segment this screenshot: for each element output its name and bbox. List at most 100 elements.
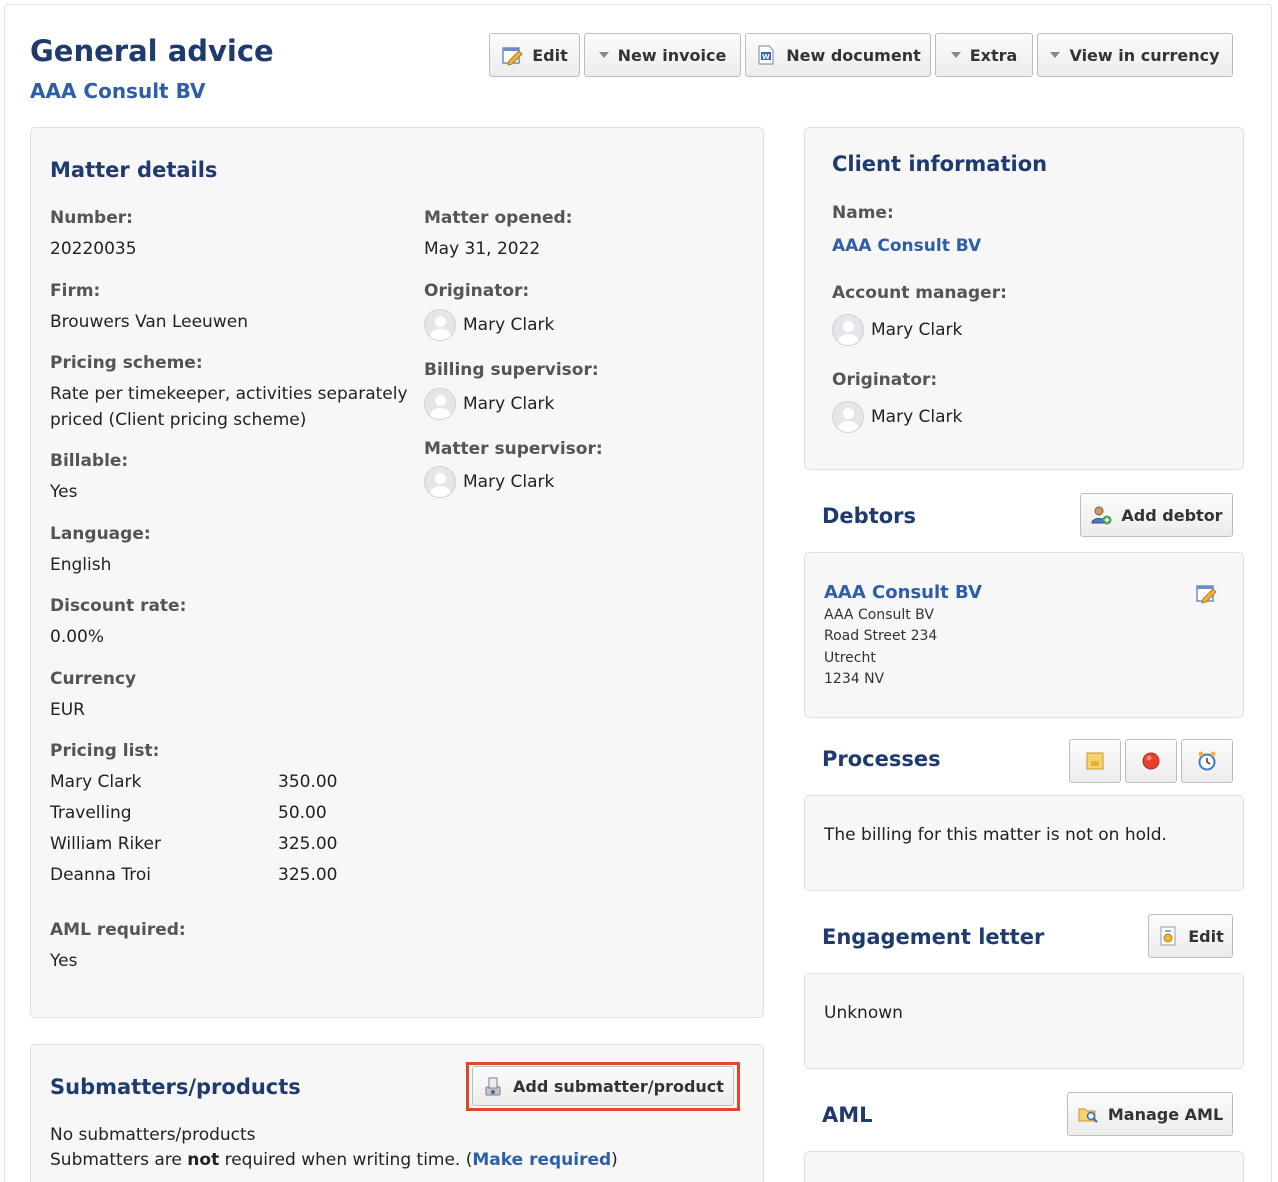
firm-label: Firm: xyxy=(50,281,101,301)
debtor-address-line: AAA Consult BV xyxy=(824,607,934,623)
pricing-list-label: Pricing list: xyxy=(50,741,160,761)
debtors-title: Debtors xyxy=(822,504,917,528)
client-originator-name: Mary Clark xyxy=(871,407,963,427)
engagement-edit-label: Edit xyxy=(1188,926,1224,946)
matter-details-title: Matter details xyxy=(50,158,218,182)
new-invoice-label: New invoice xyxy=(617,45,727,65)
chevron-down-icon xyxy=(950,52,961,58)
client-link[interactable]: AAA Consult BV xyxy=(30,79,206,103)
discount-rate-value: 0.00% xyxy=(50,627,105,647)
pricing-list-rate: 350.00 xyxy=(278,772,338,792)
submatters-empty-text: No submatters/products xyxy=(50,1125,256,1145)
new-invoice-button[interactable]: New invoice xyxy=(584,33,741,77)
matter-opened-label: Matter opened: xyxy=(424,208,573,228)
add-user-icon xyxy=(1091,506,1112,525)
svg-text:W: W xyxy=(762,53,770,61)
word-document-icon: W xyxy=(758,45,774,65)
currency-label: Currency xyxy=(50,669,137,689)
engagement-edit-button[interactable]: Edit xyxy=(1148,914,1233,958)
billing-supervisor-name: Mary Clark xyxy=(463,394,555,414)
pricing-list-name: Mary Clark xyxy=(50,772,142,792)
new-document-label: New document xyxy=(786,45,921,65)
debtor-address-line: Utrecht xyxy=(824,650,876,666)
add-debtor-label: Add debtor xyxy=(1121,505,1223,525)
originator-label: Originator: xyxy=(424,281,530,301)
account-manager-label: Account manager: xyxy=(832,283,1007,303)
client-originator-label: Originator: xyxy=(832,370,938,390)
engagement-status: Unknown xyxy=(824,1003,903,1023)
hold-button[interactable] xyxy=(1125,739,1177,783)
note-suffix: required when writing time. ( xyxy=(219,1150,473,1170)
debtor-address-line: 1234 NV xyxy=(824,671,885,687)
processes-title: Processes xyxy=(822,747,941,771)
billable-value: Yes xyxy=(50,482,78,502)
pricing-scheme-line1: Rate per timekeeper, activities separate… xyxy=(50,384,408,404)
pricing-list-name: Deanna Troi xyxy=(50,865,151,885)
make-required-link[interactable]: Make required xyxy=(472,1150,611,1170)
number-value: 20220035 xyxy=(50,239,137,259)
alarm-clock-icon xyxy=(1198,751,1216,771)
edit-button[interactable]: Edit xyxy=(489,33,580,77)
avatar xyxy=(424,309,456,341)
billable-label: Billable: xyxy=(50,451,129,471)
pricing-list-rate: 325.00 xyxy=(278,865,338,885)
account-manager-person: Mary Clark xyxy=(832,314,962,346)
matter-supervisor-label: Matter supervisor: xyxy=(424,439,603,459)
pricing-scheme-label: Pricing scheme: xyxy=(50,353,203,373)
pricing-list-name: William Riker xyxy=(50,834,161,854)
matter-opened-value: May 31, 2022 xyxy=(424,239,541,259)
edit-icon xyxy=(502,47,523,66)
avatar xyxy=(424,388,456,420)
pricing-list-name: Travelling xyxy=(50,803,132,823)
billing-supervisor-person: Mary Clark xyxy=(424,388,554,420)
submatters-note: Submatters are not required when writing… xyxy=(50,1147,618,1173)
note-bold: not xyxy=(187,1150,220,1170)
aml-card xyxy=(804,1151,1244,1182)
avatar xyxy=(832,314,864,346)
avatar xyxy=(424,466,456,498)
add-debtor-button[interactable]: Add debtor xyxy=(1080,493,1233,537)
client-name-link[interactable]: AAA Consult BV xyxy=(832,233,981,259)
number-label: Number: xyxy=(50,208,133,228)
note-icon xyxy=(1086,752,1104,770)
view-in-currency-button[interactable]: View in currency xyxy=(1037,33,1233,77)
new-document-button[interactable]: W New document xyxy=(745,33,931,77)
extra-label: Extra xyxy=(969,45,1018,65)
certificate-icon xyxy=(1160,926,1176,946)
matter-supervisor-person: Mary Clark xyxy=(424,466,554,498)
debtor-address-line: Road Street 234 xyxy=(824,628,938,644)
manage-aml-button[interactable]: Manage AML xyxy=(1067,1092,1233,1136)
manage-aml-label: Manage AML xyxy=(1107,1104,1224,1124)
aml-required-label: AML required: xyxy=(50,920,186,940)
view-in-currency-label: View in currency xyxy=(1069,45,1220,65)
discount-rate-label: Discount rate: xyxy=(50,596,187,616)
extra-button[interactable]: Extra xyxy=(935,33,1033,77)
originator-name: Mary Clark xyxy=(463,315,555,335)
language-label: Language: xyxy=(50,524,151,544)
matter-supervisor-name: Mary Clark xyxy=(463,472,555,492)
chevron-down-icon xyxy=(598,52,609,58)
note-button[interactable] xyxy=(1069,739,1121,783)
highlight-box xyxy=(466,1062,740,1111)
avatar xyxy=(832,401,864,433)
chevron-down-icon xyxy=(1050,52,1061,58)
page-title: General advice xyxy=(30,34,274,68)
submatters-title: Submatters/products xyxy=(50,1075,301,1099)
debtor-name-link[interactable]: AAA Consult BV xyxy=(824,580,982,606)
reminder-button[interactable] xyxy=(1181,739,1233,783)
account-manager-name: Mary Clark xyxy=(871,320,963,340)
pricing-scheme-line2: priced (Client pricing scheme) xyxy=(50,410,307,430)
edit-button-label: Edit xyxy=(532,45,568,65)
client-information-title: Client information xyxy=(832,152,1048,176)
engagement-letter-title: Engagement letter xyxy=(822,925,1045,949)
language-value: English xyxy=(50,555,112,575)
client-name-label: Name: xyxy=(832,203,894,223)
billing-supervisor-label: Billing supervisor: xyxy=(424,360,599,380)
aml-title: AML xyxy=(822,1103,873,1127)
note-prefix: Submatters are xyxy=(50,1150,188,1170)
pricing-list-rate: 325.00 xyxy=(278,834,338,854)
folder-search-icon xyxy=(1078,1108,1098,1123)
firm-value: Brouwers Van Leeuwen xyxy=(50,312,248,332)
pricing-list-rate: 50.00 xyxy=(278,803,327,823)
edit-icon[interactable] xyxy=(1195,582,1217,604)
